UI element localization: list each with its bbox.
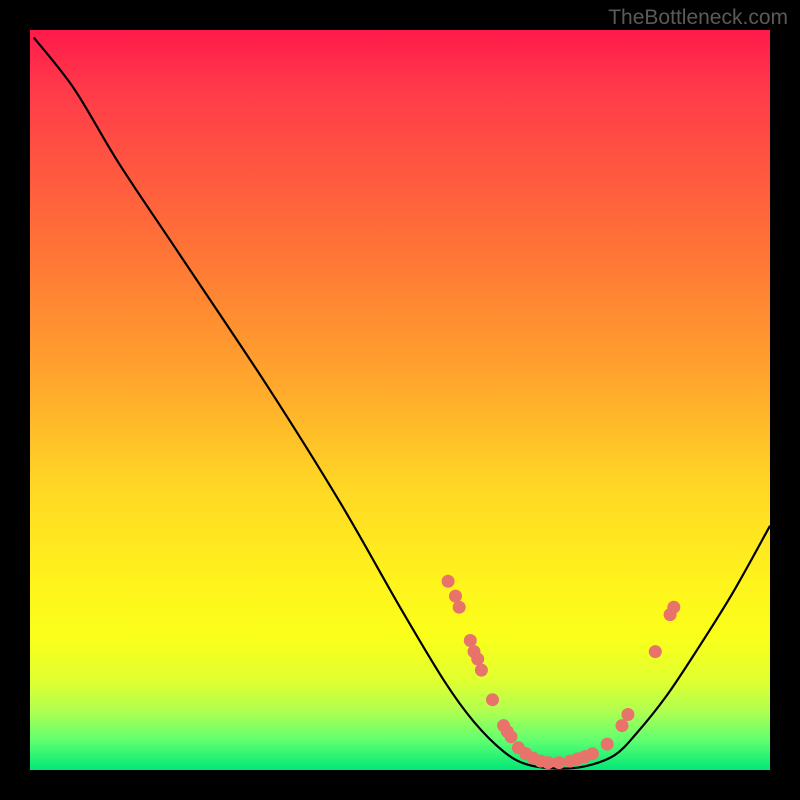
data-point — [453, 601, 466, 614]
data-point — [442, 575, 455, 588]
data-point — [616, 719, 629, 732]
data-point — [553, 756, 566, 769]
data-point — [486, 693, 499, 706]
data-point — [601, 738, 614, 751]
data-point — [586, 747, 599, 760]
data-point — [621, 708, 634, 721]
data-point — [475, 664, 488, 677]
data-point — [449, 590, 462, 603]
bottleneck-curve — [34, 37, 770, 768]
data-point — [649, 645, 662, 658]
data-point — [471, 653, 484, 666]
watermark-text: TheBottleneck.com — [608, 6, 788, 30]
chart-svg — [30, 30, 770, 770]
chart-plot-area — [30, 30, 770, 770]
data-point — [464, 634, 477, 647]
data-points-group — [442, 575, 681, 769]
data-point — [542, 756, 555, 769]
data-point — [667, 601, 680, 614]
data-point — [505, 730, 518, 743]
